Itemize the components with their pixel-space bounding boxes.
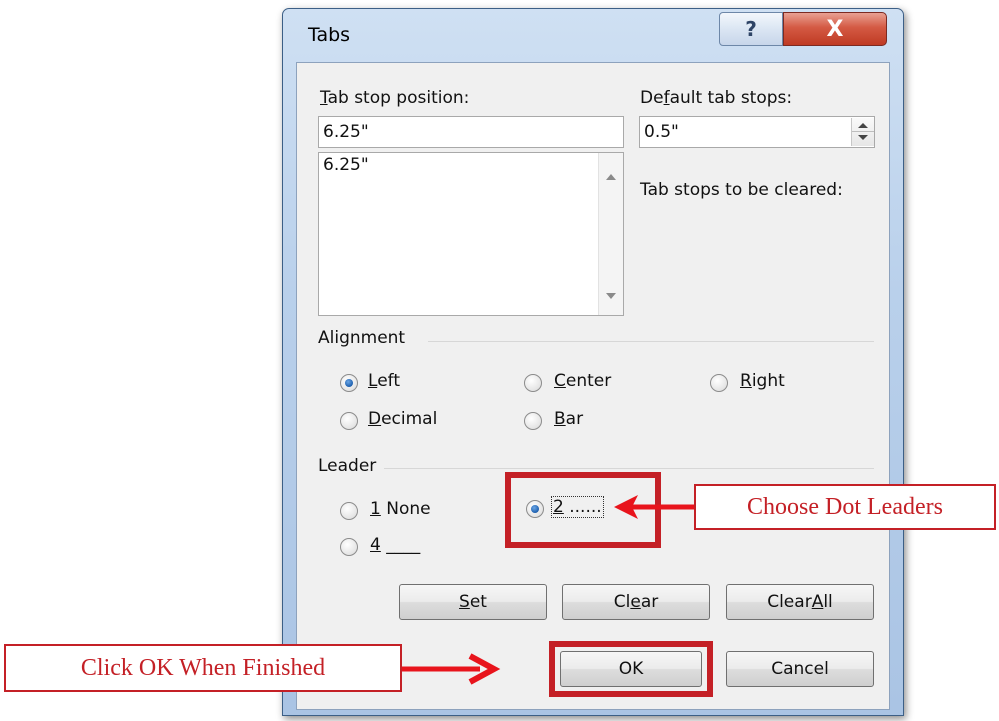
- arrow-to-ok: [402, 653, 501, 685]
- annotation-arrows: [402, 495, 694, 685]
- arrow-to-dot-leaders: [614, 495, 694, 519]
